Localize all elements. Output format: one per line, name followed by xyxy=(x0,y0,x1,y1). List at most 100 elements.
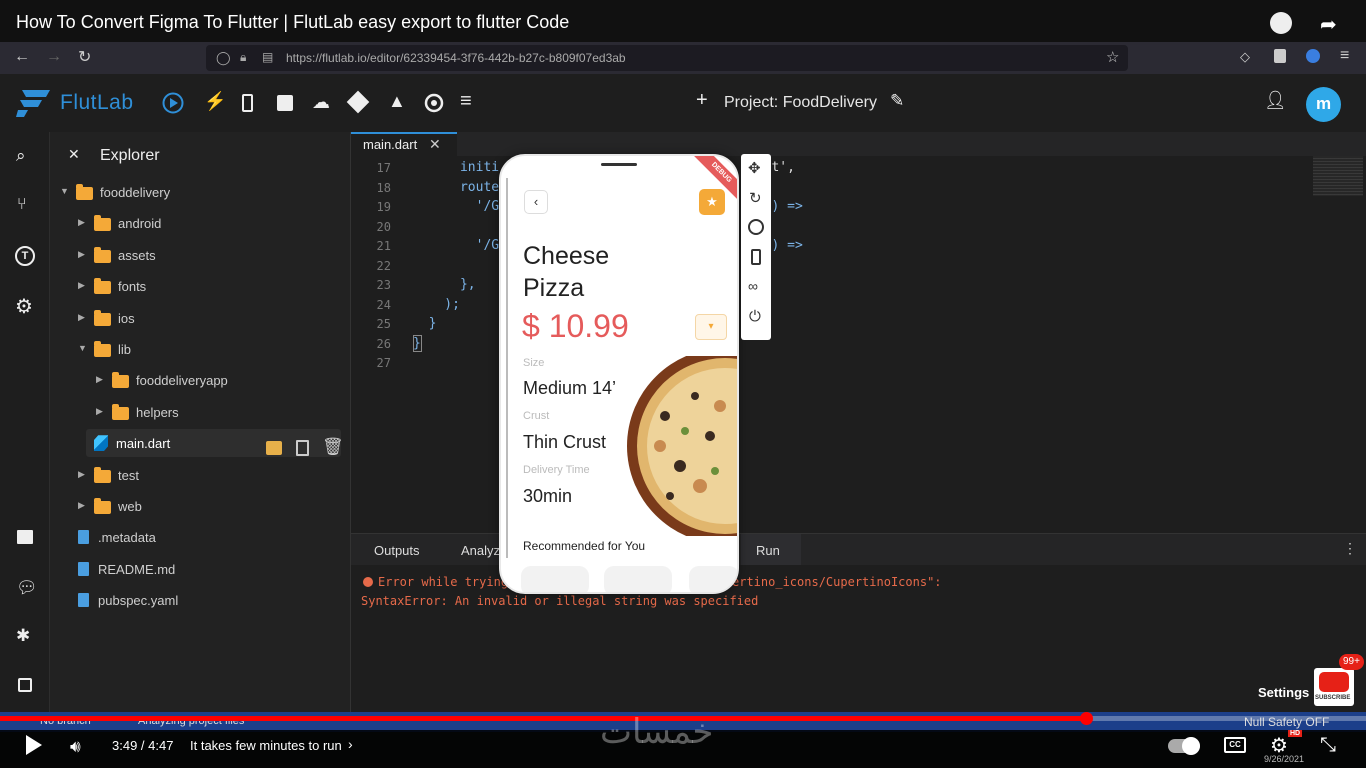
settings-wheel-icon[interactable] xyxy=(424,93,444,113)
avatar[interactable]: m xyxy=(1306,87,1341,122)
exit-fullscreen-icon[interactable]: ⤡ xyxy=(1320,734,1336,757)
tree-item[interactable]: pubspec.yaml xyxy=(50,586,350,614)
no-rotate-icon[interactable] xyxy=(748,219,764,235)
tree-item[interactable]: ▼ fooddelivery xyxy=(50,178,350,206)
captions-icon[interactable]: CC xyxy=(1224,737,1246,753)
tree-item[interactable]: ▶ assets xyxy=(50,241,350,269)
back-icon[interactable]: ← xyxy=(14,48,30,66)
tree-item[interactable]: ▶ fooddeliveryapp xyxy=(50,366,350,394)
forward-icon[interactable]: → xyxy=(46,48,62,66)
chevron-right-icon[interactable]: ▶ xyxy=(78,500,85,511)
new-file-icon[interactable] xyxy=(296,440,309,456)
cart-button[interactable]: ▾ xyxy=(695,314,727,340)
line-number: 17 xyxy=(376,161,391,175)
video-progress-knob[interactable] xyxy=(1079,712,1093,725)
tab-run[interactable]: Run xyxy=(756,543,780,558)
grammarly-icon[interactable] xyxy=(1306,49,1320,63)
source-control-icon[interactable]: ⑂ xyxy=(17,196,27,214)
favorite-button[interactable]: ★ xyxy=(699,189,725,215)
rename-icon[interactable] xyxy=(266,441,282,455)
url-bar[interactable]: ◯ 🔒︎ ▤ https://flutlab.io/editor/6233945… xyxy=(206,45,1128,71)
tree-item[interactable]: ▶ fonts xyxy=(50,272,350,300)
recommended-card[interactable] xyxy=(604,566,672,592)
chat-icon[interactable]: 💬︎ xyxy=(16,578,38,598)
chevron-down-icon[interactable]: ▼ xyxy=(60,186,69,196)
tree-item-label: web xyxy=(118,499,142,514)
collapse-icon[interactable]: ✕ xyxy=(68,146,80,163)
bookmark-star-icon[interactable]: ☆ xyxy=(1106,48,1119,66)
delete-icon[interactable]: 🗑︎ xyxy=(322,437,344,457)
minimap[interactable] xyxy=(1313,156,1363,196)
video-controls: 🔊︎ 3:49 / 4:47 It takes few minutes to r… xyxy=(0,712,1366,768)
tree-item[interactable]: ▶ ios xyxy=(50,304,350,332)
folder-icon xyxy=(94,215,111,232)
chapter-chevron-icon[interactable]: › xyxy=(348,736,353,752)
tree-item[interactable]: .metadata xyxy=(50,523,350,551)
crust-value[interactable]: Thin Crust xyxy=(523,432,606,453)
phone-frame-icon[interactable] xyxy=(751,249,761,265)
tab-analyzer[interactable]: Analyz xyxy=(461,543,500,558)
phone-edge xyxy=(506,178,508,558)
rotate-icon[interactable]: ↻ xyxy=(749,189,762,207)
move-icon[interactable]: ✥ xyxy=(748,159,761,177)
add-icon[interactable]: + xyxy=(696,89,708,112)
close-tab-icon[interactable]: ✕ xyxy=(429,136,441,153)
folder-icon xyxy=(94,498,111,514)
cloud-upload-icon[interactable]: ☁ xyxy=(312,92,330,113)
chevron-right-icon[interactable]: ▶ xyxy=(78,312,85,323)
editor-tabs xyxy=(351,132,1366,156)
device-preview[interactable]: DEBUG ‹ ★ Cheese Pizza $ 10.99 ▾ Size Me… xyxy=(499,154,739,594)
size-value[interactable]: Medium 14’ xyxy=(523,378,616,399)
video-chapter[interactable]: It takes few minutes to run xyxy=(190,738,342,753)
run-icon[interactable] xyxy=(162,92,184,114)
chevron-right-icon[interactable]: ▶ xyxy=(96,374,103,385)
chevron-right-icon[interactable]: ▶ xyxy=(78,280,85,291)
tree-item[interactable]: README.md xyxy=(50,555,350,583)
tree-item[interactable]: ▶ web xyxy=(50,492,350,520)
volume-icon[interactable]: 🔊︎ xyxy=(70,737,81,757)
back-button[interactable]: ‹ xyxy=(524,190,548,214)
firebase-icon[interactable]: ▲ xyxy=(388,91,406,112)
collapse-menu-icon[interactable]: ≡ xyxy=(460,90,472,113)
console-icon[interactable] xyxy=(17,530,33,544)
tree-item[interactable]: ▶ test xyxy=(50,461,350,489)
templates-icon[interactable]: T xyxy=(15,246,35,266)
tab-main-dart[interactable]: main.dart ✕ xyxy=(351,132,457,156)
tree-item[interactable]: ▶ android xyxy=(50,209,350,237)
reload-icon[interactable]: ↻ xyxy=(78,47,91,67)
play-icon[interactable] xyxy=(26,735,42,755)
search-icon[interactable]: ⌕ xyxy=(16,146,26,166)
watch-later-icon[interactable] xyxy=(1270,12,1292,34)
rss-icon[interactable] xyxy=(18,678,32,692)
power-icon[interactable]: ⏻ xyxy=(749,308,761,325)
git-icon[interactable] xyxy=(346,90,370,114)
pocket-icon[interactable]: ◇ xyxy=(1240,49,1250,65)
hot-reload-icon[interactable]: ⚡ xyxy=(204,91,226,112)
bug-icon[interactable]: ✱ xyxy=(16,626,30,646)
tab-outputs[interactable]: Outputs xyxy=(374,543,420,558)
chevron-down-icon[interactable]: ▼ xyxy=(78,343,87,353)
gear-icon[interactable]: ⚙ xyxy=(15,294,33,319)
chevron-right-icon[interactable]: ▶ xyxy=(78,469,85,480)
video-title[interactable]: How To Convert Figma To Flutter | FlutLa… xyxy=(16,12,569,33)
chevron-right-icon[interactable]: ▶ xyxy=(78,217,85,228)
tree-item[interactable]: ▶ helpers xyxy=(50,398,350,426)
tree-item[interactable]: ▼ lib xyxy=(50,335,350,363)
chevron-right-icon[interactable]: ▶ xyxy=(78,249,85,260)
device-icon[interactable] xyxy=(242,94,253,112)
code-line: route xyxy=(413,179,500,195)
chevron-right-icon[interactable]: ▶ xyxy=(96,406,103,417)
folder-icon xyxy=(76,184,93,200)
share-icon[interactable]: ➦ xyxy=(1320,12,1337,37)
save-icon[interactable] xyxy=(277,95,293,111)
recommended-card[interactable] xyxy=(689,566,737,592)
link-icon[interactable]: ∞ xyxy=(748,278,758,294)
extension-icon[interactable] xyxy=(1274,49,1286,63)
menu-icon[interactable]: ≡ xyxy=(1340,47,1349,65)
subscribe-button[interactable]: SUBSCRIBE xyxy=(1314,668,1354,706)
edit-pencil-icon[interactable]: ✎ xyxy=(890,91,904,111)
recommended-card[interactable] xyxy=(521,566,589,592)
more-vert-icon[interactable]: ⋮ xyxy=(1343,540,1357,557)
add-user-icon[interactable]: 👤︎ xyxy=(1264,90,1287,111)
autoplay-toggle[interactable] xyxy=(1168,737,1200,755)
